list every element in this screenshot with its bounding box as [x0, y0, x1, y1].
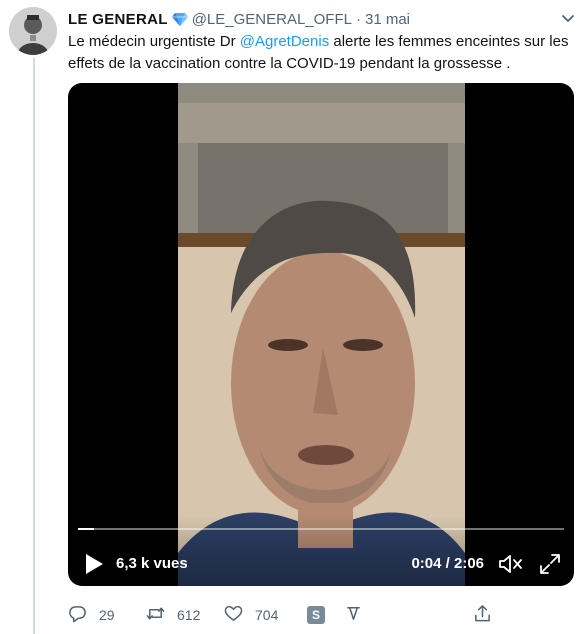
- s-extension-icon: S: [307, 606, 325, 624]
- blue-diamond-icon: [171, 12, 188, 26]
- play-icon[interactable]: [84, 553, 104, 575]
- tweet-header: LE GENERAL @LE_GENERAL_OFFL · 31 mai: [68, 9, 410, 29]
- tweet-actions: 29 612 704 S: [68, 603, 508, 627]
- thread-line: [33, 58, 35, 634]
- video-player[interactable]: 6,3 k vues 0:04 / 2:06: [68, 83, 574, 586]
- retweet-button[interactable]: 612: [146, 603, 200, 627]
- share-button[interactable]: [473, 603, 492, 627]
- video-time: 0:04 / 2:06: [411, 555, 484, 572]
- retweet-count: 612: [177, 607, 201, 623]
- tip-icon: [344, 604, 363, 626]
- tip-button[interactable]: [344, 603, 363, 627]
- handle[interactable]: @LE_GENERAL_OFFL: [192, 11, 352, 28]
- s-extension-button[interactable]: S: [307, 603, 325, 627]
- mention-link[interactable]: @AgretDenis: [240, 33, 329, 50]
- retweet-icon: [146, 604, 165, 626]
- reply-icon: [68, 604, 87, 626]
- progress-bar[interactable]: [78, 528, 564, 530]
- share-icon: [473, 604, 492, 626]
- reply-button[interactable]: 29: [68, 603, 115, 627]
- avatar[interactable]: [9, 7, 57, 55]
- like-icon: [224, 604, 243, 626]
- tweet-text: Le médecin urgentiste Dr @AgretDenis ale…: [68, 31, 573, 75]
- mute-icon[interactable]: [498, 552, 524, 576]
- fullscreen-icon[interactable]: [538, 552, 562, 576]
- more-options-chevron-icon[interactable]: [559, 9, 577, 27]
- like-count: 704: [255, 607, 279, 623]
- like-button[interactable]: 704: [224, 603, 278, 627]
- video-frame: [178, 83, 465, 586]
- timestamp[interactable]: 31 mai: [365, 11, 410, 28]
- display-name[interactable]: LE GENERAL: [68, 11, 168, 28]
- separator: ·: [355, 10, 361, 28]
- tweet-text-before: Le médecin urgentiste Dr: [68, 33, 240, 50]
- reply-count: 29: [99, 607, 115, 623]
- view-count: 6,3 k vues: [116, 555, 188, 572]
- progress-fill: [78, 528, 94, 530]
